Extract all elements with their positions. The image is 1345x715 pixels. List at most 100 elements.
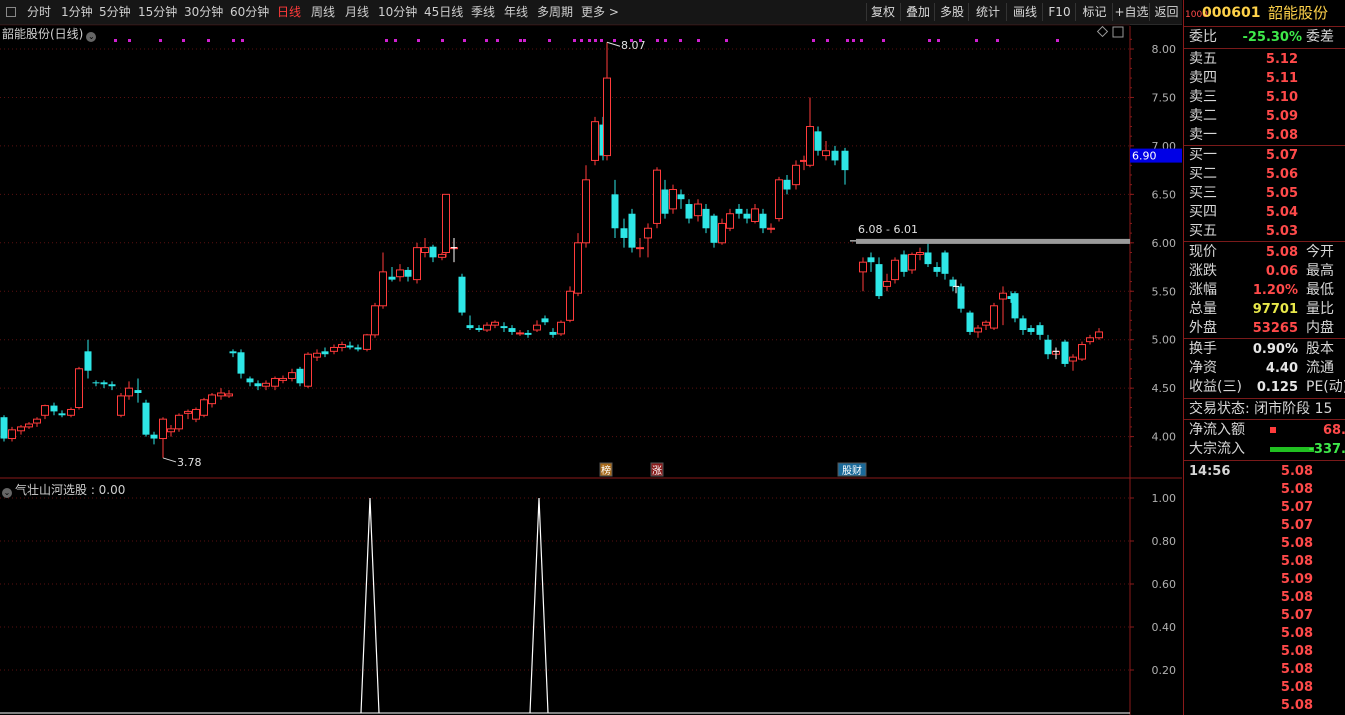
candle-body bbox=[142, 402, 150, 435]
candle-body bbox=[508, 328, 516, 332]
diamond-icon[interactable] bbox=[1096, 25, 1109, 38]
candle-body bbox=[933, 267, 941, 272]
tick-row: 5.08 bbox=[1280, 482, 1313, 497]
candle-body bbox=[916, 251, 924, 255]
row-label: 买二 bbox=[1189, 166, 1217, 182]
row-value: 0.90% bbox=[1252, 342, 1298, 357]
candle-body bbox=[313, 352, 321, 358]
maximize-icon[interactable] bbox=[1112, 26, 1124, 38]
row-label: 买四 bbox=[1189, 204, 1217, 220]
tick-row: 5.07 bbox=[1280, 500, 1313, 515]
row-value: 5.04 bbox=[1265, 205, 1298, 220]
signal-dot bbox=[496, 39, 499, 42]
candle-body bbox=[859, 261, 867, 273]
price-tick-label: 4.00 bbox=[1152, 431, 1177, 444]
candle-body bbox=[17, 426, 25, 432]
row-label: 涨幅 bbox=[1189, 282, 1217, 298]
quote-row: 净资 4.40 流通 bbox=[1184, 359, 1345, 378]
candle-body bbox=[685, 204, 693, 219]
candle-body bbox=[167, 428, 175, 433]
price-tick-label: 5.50 bbox=[1152, 285, 1177, 298]
quote-row: 卖三 5.10 bbox=[1184, 88, 1345, 107]
signal-dot bbox=[656, 39, 659, 42]
candle-body bbox=[421, 247, 429, 253]
indicator-tick-label: 0.40 bbox=[1152, 621, 1177, 634]
signal-dot bbox=[882, 39, 885, 42]
candle-body bbox=[208, 394, 216, 405]
row-value: 4.40 bbox=[1265, 361, 1298, 376]
row-label-right: 今开 bbox=[1306, 244, 1334, 260]
row-value: 5.11 bbox=[1265, 71, 1298, 86]
bulk-inflow-bar bbox=[1270, 447, 1314, 452]
tick-row: 5.08 bbox=[1280, 626, 1313, 641]
signal-dot bbox=[826, 39, 829, 42]
row-label: 净资 bbox=[1189, 360, 1217, 376]
candle-body bbox=[41, 405, 49, 416]
signal-dot bbox=[588, 39, 591, 42]
candle-body bbox=[726, 213, 734, 229]
signal-dot bbox=[114, 39, 117, 42]
candle-body bbox=[982, 321, 990, 326]
candle-body bbox=[1027, 328, 1035, 332]
candle-body bbox=[388, 276, 396, 280]
signal-dot bbox=[394, 39, 397, 42]
candle-body bbox=[1011, 293, 1019, 319]
candle-body bbox=[192, 408, 200, 420]
signal-dot bbox=[182, 39, 185, 42]
signal-dot bbox=[385, 39, 388, 42]
signal-dot bbox=[485, 39, 488, 42]
row-value: 5.08 bbox=[1265, 128, 1298, 143]
signal-dot bbox=[241, 39, 244, 42]
quote-row: 卖二 5.09 bbox=[1184, 107, 1345, 126]
tick-row: 5.07 bbox=[1280, 608, 1313, 623]
candle-body bbox=[117, 395, 125, 416]
candle-body bbox=[557, 321, 565, 335]
candle-body bbox=[775, 179, 783, 220]
candle-body bbox=[50, 405, 58, 412]
candle-body bbox=[379, 271, 387, 307]
signal-dot bbox=[928, 39, 931, 42]
bulk-inflow-row: 大宗流入 -337. bbox=[1189, 441, 1345, 457]
indicator-tick-label: 1.00 bbox=[1152, 492, 1177, 505]
row-value: 5.10 bbox=[1265, 90, 1298, 105]
signal-dot bbox=[580, 39, 583, 42]
candle-body bbox=[354, 347, 362, 350]
signal-dot bbox=[573, 39, 576, 42]
candle-body bbox=[735, 208, 743, 214]
candle-body bbox=[200, 399, 208, 416]
signal-dot bbox=[697, 39, 700, 42]
event-marker-label: 涨 bbox=[652, 465, 662, 477]
candle-body bbox=[58, 413, 66, 416]
net-inflow-bar bbox=[1270, 427, 1276, 433]
signal-dot bbox=[463, 39, 466, 42]
quote-row: 卖五 5.12 bbox=[1184, 50, 1345, 69]
price-tick-label: 6.00 bbox=[1152, 237, 1177, 250]
row-label: 现价 bbox=[1189, 244, 1217, 260]
candle-body bbox=[792, 164, 800, 186]
signal-dot bbox=[159, 39, 162, 42]
price-tick-label: 5.00 bbox=[1152, 334, 1177, 347]
candle-body bbox=[949, 279, 957, 287]
candle-body bbox=[603, 77, 611, 157]
tick-row: 5.09 bbox=[1280, 572, 1313, 587]
candle-body bbox=[710, 215, 718, 243]
kline-chart[interactable]: 8.007.507.006.506.005.505.004.504.006.90… bbox=[0, 0, 1182, 715]
candle-body bbox=[524, 332, 532, 335]
candle-body bbox=[33, 418, 41, 424]
row-label-right: 最低 bbox=[1306, 282, 1334, 298]
candle-body bbox=[246, 378, 254, 383]
quote-row: 买一 5.07 bbox=[1184, 146, 1345, 165]
candle-body bbox=[767, 227, 775, 230]
candle-body bbox=[159, 418, 167, 440]
candle-body bbox=[891, 259, 899, 281]
candle-body bbox=[363, 334, 371, 350]
candle-body bbox=[500, 326, 508, 329]
quote-row: 卖一 5.08 bbox=[1184, 126, 1345, 145]
candle-body bbox=[0, 417, 8, 439]
signal-dot bbox=[207, 39, 210, 42]
candle-body bbox=[371, 305, 379, 336]
indicator-tick-label: 0.80 bbox=[1152, 535, 1177, 548]
candle-body bbox=[883, 281, 891, 287]
candle-body bbox=[475, 328, 483, 331]
candle-body bbox=[549, 331, 557, 335]
